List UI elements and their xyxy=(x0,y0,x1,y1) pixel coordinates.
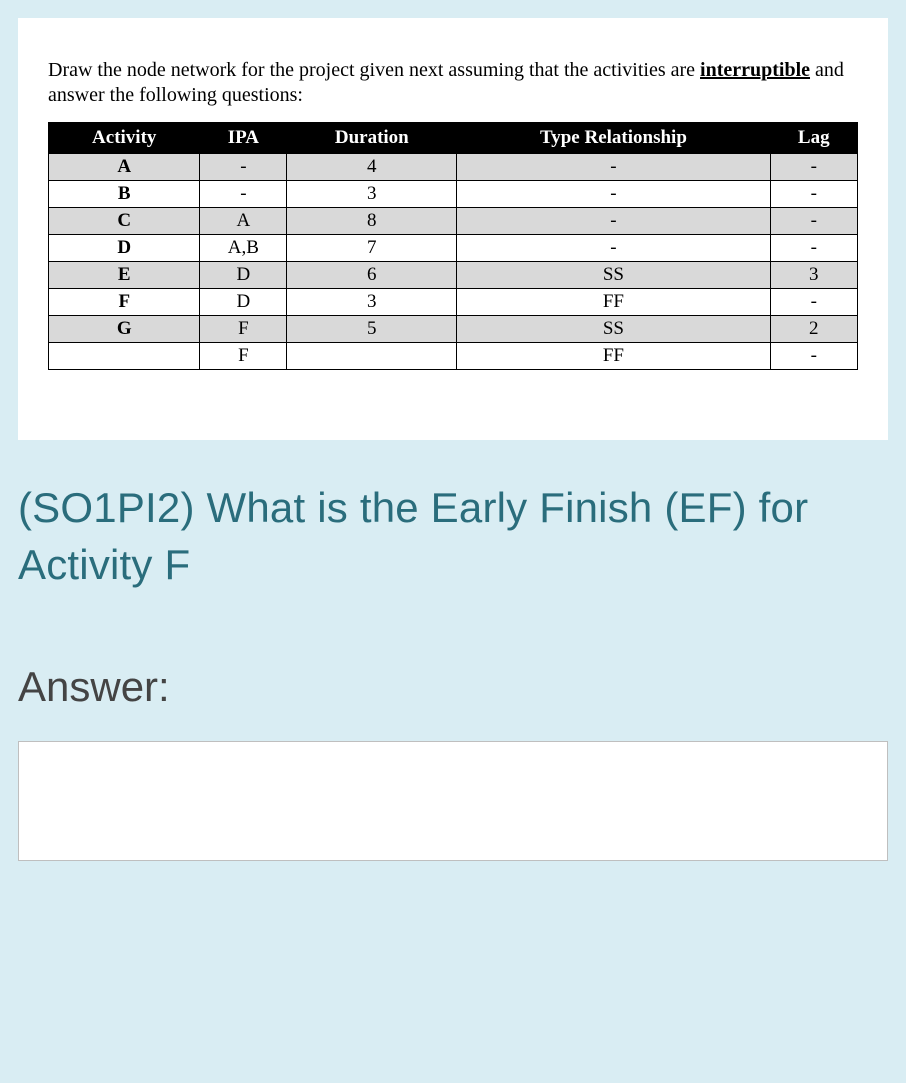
th-duration: Duration xyxy=(287,123,457,154)
cell: 3 xyxy=(287,289,457,316)
activity-table: Activity IPA Duration Type Relationship … xyxy=(48,122,858,370)
table-row: B-3-- xyxy=(49,181,858,208)
cell: - xyxy=(457,235,770,262)
cell: 8 xyxy=(287,208,457,235)
cell: - xyxy=(770,289,858,316)
table-row: FD3FF- xyxy=(49,289,858,316)
cell xyxy=(287,343,457,370)
cell: - xyxy=(457,181,770,208)
cell: A xyxy=(49,154,200,181)
cell xyxy=(49,343,200,370)
table-row: DA,B7-- xyxy=(49,235,858,262)
intro-text: Draw the node network for the project gi… xyxy=(48,58,858,108)
cell: 2 xyxy=(770,316,858,343)
cell: SS xyxy=(457,316,770,343)
cell: E xyxy=(49,262,200,289)
table-row: A-4-- xyxy=(49,154,858,181)
cell: A,B xyxy=(200,235,287,262)
table-row: FFF- xyxy=(49,343,858,370)
answer-label: Answer: xyxy=(18,663,888,711)
cell: G xyxy=(49,316,200,343)
question-text: (SO1PI2) What is the Early Finish (EF) f… xyxy=(18,480,888,593)
cell: D xyxy=(200,262,287,289)
th-ipa: IPA xyxy=(200,123,287,154)
cell: - xyxy=(457,208,770,235)
cell: F xyxy=(49,289,200,316)
cell: - xyxy=(770,343,858,370)
intro-key: interruptible xyxy=(700,59,810,81)
cell: C xyxy=(49,208,200,235)
cell: - xyxy=(770,235,858,262)
th-lag: Lag xyxy=(770,123,858,154)
cell: - xyxy=(200,154,287,181)
problem-panel: Draw the node network for the project gi… xyxy=(18,18,888,440)
cell: - xyxy=(770,181,858,208)
cell: F xyxy=(200,316,287,343)
cell: 7 xyxy=(287,235,457,262)
th-activity: Activity xyxy=(49,123,200,154)
cell: 3 xyxy=(287,181,457,208)
cell: D xyxy=(49,235,200,262)
cell: 3 xyxy=(770,262,858,289)
cell: - xyxy=(770,154,858,181)
cell: 5 xyxy=(287,316,457,343)
table-row: GF5SS2 xyxy=(49,316,858,343)
cell: FF xyxy=(457,289,770,316)
cell: F xyxy=(200,343,287,370)
table-header-row: Activity IPA Duration Type Relationship … xyxy=(49,123,858,154)
cell: SS xyxy=(457,262,770,289)
answer-input[interactable] xyxy=(18,741,888,861)
cell: 4 xyxy=(287,154,457,181)
cell: D xyxy=(200,289,287,316)
cell: A xyxy=(200,208,287,235)
th-type: Type Relationship xyxy=(457,123,770,154)
table-row: ED6SS3 xyxy=(49,262,858,289)
cell: - xyxy=(770,208,858,235)
cell: - xyxy=(200,181,287,208)
cell: 6 xyxy=(287,262,457,289)
cell: - xyxy=(457,154,770,181)
cell: FF xyxy=(457,343,770,370)
intro-pre: Draw the node network for the project gi… xyxy=(48,59,700,81)
table-row: CA8-- xyxy=(49,208,858,235)
cell: B xyxy=(49,181,200,208)
